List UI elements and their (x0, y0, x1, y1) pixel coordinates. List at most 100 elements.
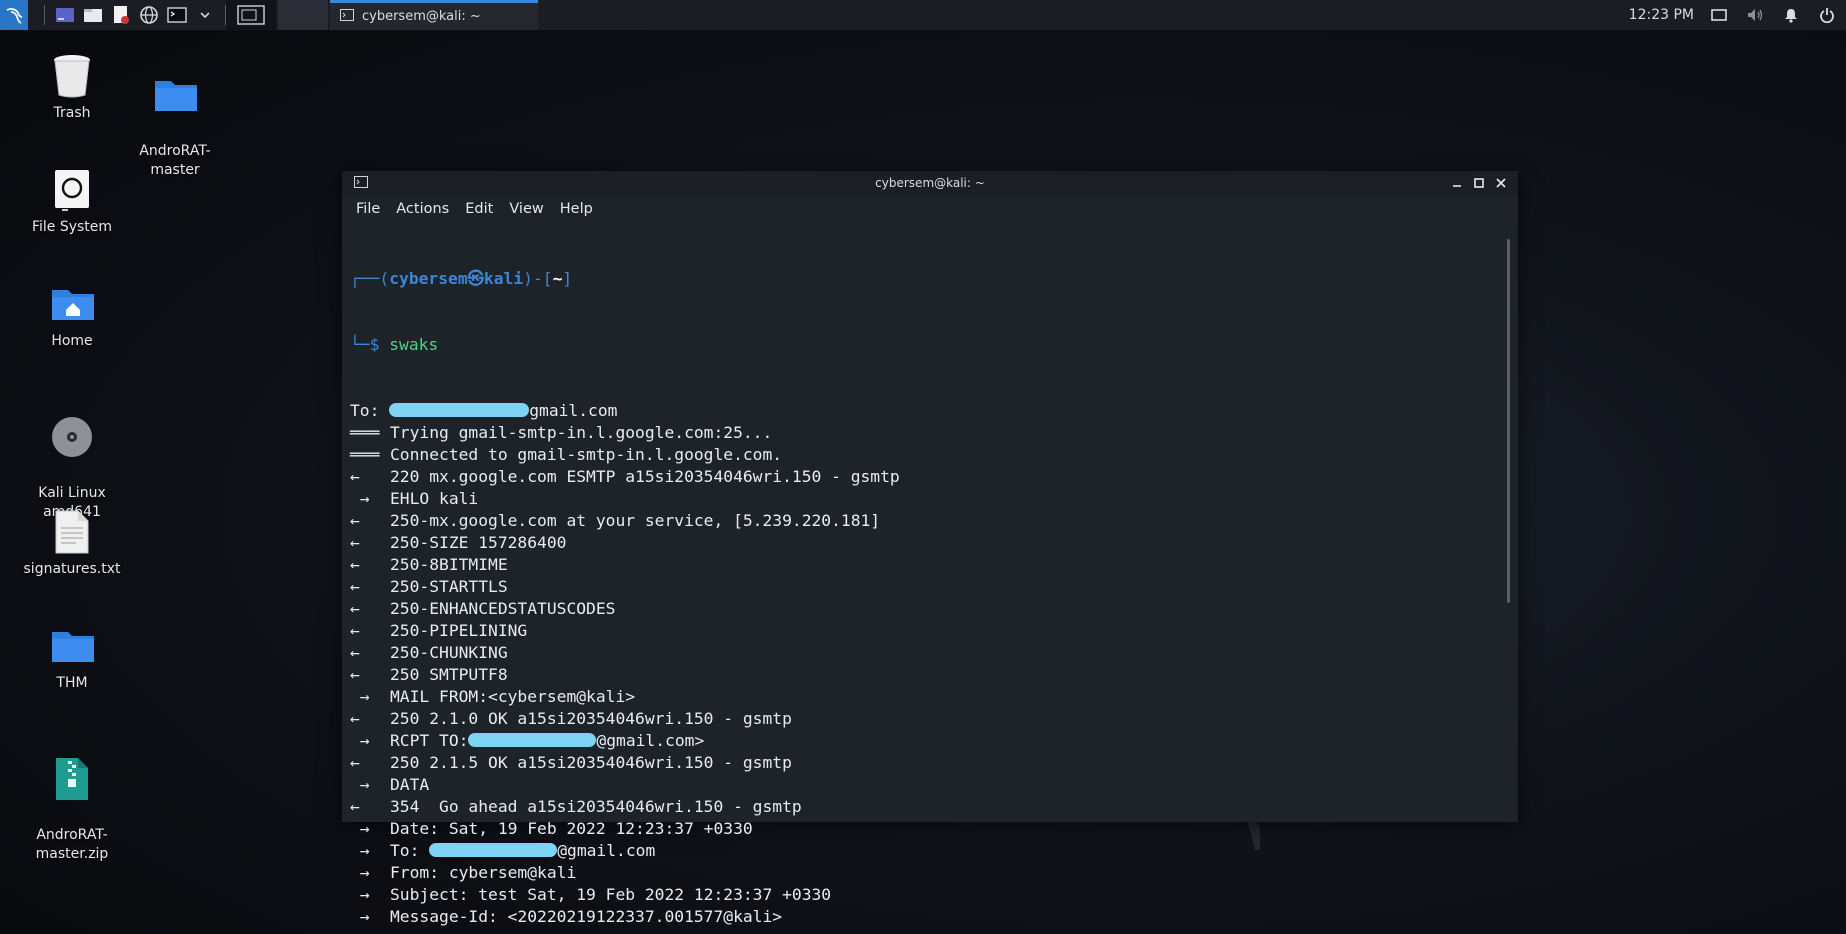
terminal-icon[interactable] (166, 4, 188, 26)
desktop-icon-file-system[interactable]: File System (22, 168, 122, 237)
line-text: 354 Go ahead a15si20354046wri.150 - gsmt… (390, 797, 802, 816)
line-prefix: ← (350, 753, 360, 772)
terminal-titlebar[interactable]: cybersem@kali: ~ (342, 171, 1518, 196)
desktop-icon-home[interactable]: Home (22, 282, 122, 351)
prompt-end: ] (562, 269, 573, 288)
terminal-line: To: gmail.com (350, 400, 1490, 422)
text-editor-icon[interactable] (110, 4, 132, 26)
terminal-line: ← 250-STARTTLS (350, 576, 1490, 598)
terminal-line: ← 250-PIPELINING (350, 620, 1490, 642)
desktop-icon-label: File System (31, 219, 113, 235)
desktop-icon-signatures[interactable]: signatures.txt (22, 510, 122, 579)
line-text: EHLO kali (390, 489, 479, 508)
terminal-line: ← 250-SIZE 157286400 (350, 532, 1490, 554)
terminal-line: ← 250 2.1.0 OK a15si20354046wri.150 - gsm… (350, 708, 1490, 730)
line-prefix: → (350, 731, 370, 750)
file-manager-icon[interactable] (82, 4, 104, 26)
menu-view[interactable]: View (501, 201, 551, 217)
menu-file[interactable]: File (348, 201, 388, 217)
display-icon[interactable] (1710, 6, 1728, 24)
home-folder-icon (50, 282, 94, 326)
terminal-line: → Date: Sat, 19 Feb 2022 12:23:37 +0330 (350, 818, 1490, 840)
minimize-button[interactable] (1446, 174, 1468, 192)
prompt-user: cybersem㉿kali (389, 269, 524, 288)
line-prefix: ← (350, 555, 360, 574)
terminal-line: ← 250 2.1.5 OK a15si20354046wri.150 - gsm… (350, 752, 1490, 774)
line-text: gmail.com (529, 401, 618, 420)
prompt-close: )-[ (523, 269, 553, 288)
desktop-icon-androrat-zip[interactable]: AndroRAT- master.zip (22, 738, 122, 883)
clock[interactable]: 12:23 PM (1629, 7, 1694, 23)
top-panel: cybersem@kali: ~ 12:23 PM (0, 0, 1846, 31)
volume-icon[interactable] (1746, 6, 1764, 24)
terminal-line: ← 250-CHUNKING (350, 642, 1490, 664)
zip-file-icon (50, 757, 94, 801)
line-prefix: ← (350, 665, 360, 684)
terminal-line: ═══ Connected to gmail-smtp-in.l.google.c… (350, 444, 1490, 466)
terminal-line: → To: @gmail.com (350, 840, 1490, 862)
line-prefix: → (350, 841, 370, 860)
kali-menu-icon[interactable] (0, 0, 28, 30)
line-text: DATA (390, 775, 430, 794)
menu-actions[interactable]: Actions (388, 201, 457, 217)
redaction-mark (429, 843, 558, 857)
menu-bar: File Actions Edit View Help (342, 196, 1518, 222)
desktop-icon-label: Home (51, 333, 93, 349)
web-browser-icon[interactable] (138, 4, 160, 26)
line-text: MAIL FROM:<cybersem@kali> (390, 687, 636, 706)
line-text: 250 2.1.0 OK a15si20354046wri.150 - gsmt… (390, 709, 792, 728)
terminal-line: ← 250 SMTPUTF8 (350, 664, 1490, 686)
line-prefix: ← (350, 797, 360, 816)
workspace-2-button[interactable] (278, 0, 328, 30)
line-text: Message-Id: <20220219122337.001577@kali> (390, 907, 783, 926)
terminal-window[interactable]: cybersem@kali: ~ File Actions Edit View … (342, 171, 1518, 926)
redaction-mark (468, 733, 597, 747)
terminal-line: ← 250-mx.google.com at your service, [5.2… (350, 510, 1490, 532)
menu-edit[interactable]: Edit (457, 201, 501, 217)
line-prefix: → (350, 907, 370, 926)
line-text: 220 mx.google.com ESMTP a15si20354046wri… (390, 467, 900, 486)
terminal-line: → From: cybersem@kali (350, 862, 1490, 884)
line-text: Subject: test Sat, 19 Feb 2022 12:23:37 … (390, 885, 832, 904)
maximize-button[interactable] (1468, 174, 1490, 192)
workspace-1-icon[interactable] (226, 0, 276, 30)
close-button[interactable] (1490, 174, 1512, 192)
folder-icon (153, 73, 197, 117)
desktop-icon-trash[interactable]: Trash (22, 54, 122, 123)
line-prefix: ═══ (350, 423, 380, 442)
line-text: 250-CHUNKING (390, 643, 508, 662)
line-text: 250 SMTPUTF8 (390, 665, 508, 684)
line-prefix: ← (350, 643, 360, 662)
line-text: RCPT TO: (390, 731, 469, 750)
line-prefix: → (350, 775, 370, 794)
line-text: To: (350, 401, 390, 420)
line-text: Connected to gmail-smtp-in.l.google.com. (390, 445, 783, 464)
terminal-line: ← 354 Go ahead a15si20354046wri.150 - gsm… (350, 796, 1490, 818)
folder-icon (50, 624, 94, 668)
line-prefix: → (350, 885, 370, 904)
desktop-icon-androrat-master[interactable]: AndroRAT- master (125, 54, 225, 199)
taskbar-window-button[interactable]: cybersem@kali: ~ (330, 0, 538, 30)
line-prefix: ← (350, 533, 360, 552)
desktop-icon-thm[interactable]: THM (22, 624, 122, 693)
prompt-line: ┌──(cybersem㉿kali)-[~] (350, 268, 1490, 290)
terminal-scrollbar[interactable] (1507, 239, 1510, 603)
line-prefix: ← (350, 709, 360, 728)
terminal-line: → Message-Id: <20220219122337.001577@kali… (350, 906, 1490, 928)
power-icon[interactable] (1818, 6, 1836, 24)
redaction-mark (389, 403, 530, 417)
line-prefix: → (350, 687, 370, 706)
line-text: Date: Sat, 19 Feb 2022 12:23:37 +0330 (390, 819, 753, 838)
chevron-down-icon[interactable] (194, 4, 216, 26)
prompt-open: ┌──( (350, 269, 390, 288)
prompt-dollar: └─$ (350, 335, 390, 354)
show-desktop-icon[interactable] (54, 4, 76, 26)
terminal-line: → RCPT TO: @gmail.com> (350, 730, 1490, 752)
line-text: @gmail.com (557, 841, 656, 860)
drive-icon (50, 168, 94, 212)
terminal-output[interactable]: ┌──(cybersem㉿kali)-[~] └─$ swaks To: gma… (350, 224, 1490, 926)
menu-help[interactable]: Help (552, 201, 601, 217)
disc-icon (50, 415, 94, 459)
notification-icon[interactable] (1782, 6, 1800, 24)
line-prefix: ← (350, 621, 360, 640)
